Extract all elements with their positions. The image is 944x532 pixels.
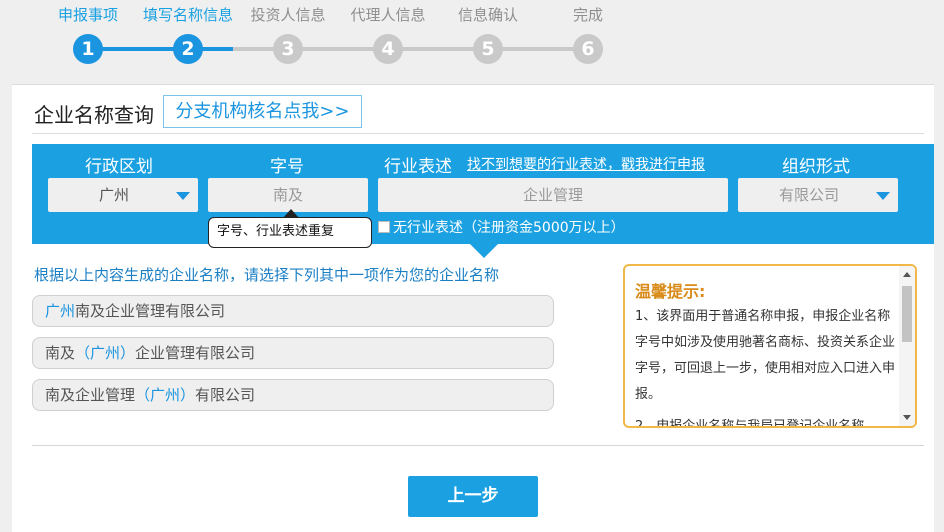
branch-name-check-button[interactable]: 分支机构核名点我>>	[163, 95, 362, 128]
no-industry-option[interactable]: 无行业表述（注册资金5000万以上）	[378, 217, 625, 237]
step-circle-5: 5	[473, 34, 503, 64]
previous-step-button[interactable]: 上一步	[408, 476, 538, 517]
region-select-value: 广州	[98, 186, 129, 204]
name-option-region: （广州）	[135, 386, 196, 404]
industry-label: 行业表述	[384, 157, 452, 177]
tips-body: 1、该界面用于普通名称申报，申报企业名称字号中如涉及使用驰著名商标、投资关系企业…	[635, 304, 897, 428]
name-option[interactable]: 广州南及企业管理有限公司	[32, 295, 554, 327]
tips-paragraph: 1、该界面用于普通名称申报，申报企业名称字号中如涉及使用驰著名商标、投资关系企业…	[635, 309, 896, 402]
org-form-select[interactable]: 有限公司	[738, 178, 898, 212]
step-label-2: 填写名称信息	[142, 6, 234, 24]
tips-title: 温馨提示:	[635, 282, 706, 301]
tooltip-text: 字号、行业表述重复	[217, 224, 335, 239]
scroll-down-icon[interactable]	[903, 415, 911, 420]
name-option-text: 南及企业管理	[45, 386, 136, 404]
tips-scrollbar[interactable]	[899, 266, 915, 426]
org-form-select-value: 有限公司	[778, 186, 839, 204]
panel-pointer-arrow	[470, 244, 498, 258]
name-option-text: 企业管理有限公司	[135, 344, 256, 362]
step-label-1: 申报事项	[57, 6, 119, 24]
suggestions-heading: 根据以上内容生成的企业名称，请选择下列其中一项作为您的企业名称	[34, 266, 500, 284]
org-form-label: 组织形式	[782, 157, 850, 177]
industry-help-link[interactable]: 找不到想要的行业表述，戳我进行申报	[467, 154, 705, 174]
no-industry-checkbox[interactable]	[378, 221, 390, 233]
name-option-text: 南及企业管理有限公司	[75, 302, 226, 320]
step-label-5: 信息确认	[457, 6, 519, 24]
name-option[interactable]: 南及（广州）企业管理有限公司	[32, 337, 554, 369]
name-option-region: 广州	[45, 302, 76, 320]
name-option-region: （广州）	[75, 344, 136, 362]
bottom-divider	[32, 445, 924, 446]
scroll-up-icon[interactable]	[903, 272, 911, 277]
step-connector-active	[88, 47, 233, 51]
tooltip-tail	[283, 209, 299, 218]
name-search-panel: 行政区划 字号 行业表述 找不到想要的行业表述，戳我进行申报 组织形式 广州 南…	[32, 144, 934, 244]
region-label: 行政区划	[85, 157, 153, 177]
step-circle-6: 6	[573, 34, 603, 64]
scroll-thumb[interactable]	[902, 286, 912, 342]
tips-paragraph: 2、申报企业名称与我局已登记企业名称	[635, 419, 865, 428]
step-circle-4: 4	[373, 34, 403, 64]
page-title: 企业名称查询	[34, 103, 154, 127]
step-label-3: 投资人信息	[250, 6, 326, 24]
step-circle-2: 2	[173, 34, 203, 64]
step-circle-1: 1	[73, 34, 103, 64]
step-label-6: 完成	[572, 6, 604, 24]
industry-input[interactable]: 企业管理	[378, 178, 728, 212]
name-option-text: 南及	[45, 344, 76, 362]
step-label-4: 代理人信息	[350, 6, 426, 24]
chevron-down-icon	[876, 192, 890, 200]
trade-name-input[interactable]: 南及	[208, 178, 368, 212]
progress-stepper: 申报事项 填写名称信息 投资人信息 代理人信息 信息确认 完成 1 2 3 4 …	[0, 0, 944, 84]
step-circle-3: 3	[273, 34, 303, 64]
name-query-card: 企业名称查询 分支机构核名点我>> 行政区划 字号 行业表述 找不到想要的行业表…	[12, 84, 934, 532]
duplicate-warning-tooltip: 字号、行业表述重复	[208, 209, 372, 248]
name-option-text: 有限公司	[195, 386, 256, 404]
region-select[interactable]: 广州	[48, 178, 198, 212]
tips-box: 温馨提示: 1、该界面用于普通名称申报，申报企业名称字号中如涉及使用驰著名商标、…	[623, 264, 917, 428]
no-industry-checkbox-label: 无行业表述（注册资金5000万以上）	[393, 220, 625, 236]
chevron-down-icon	[176, 192, 190, 200]
title-divider	[32, 133, 924, 134]
trade-name-label: 字号	[270, 157, 304, 177]
name-option[interactable]: 南及企业管理（广州）有限公司	[32, 379, 554, 411]
